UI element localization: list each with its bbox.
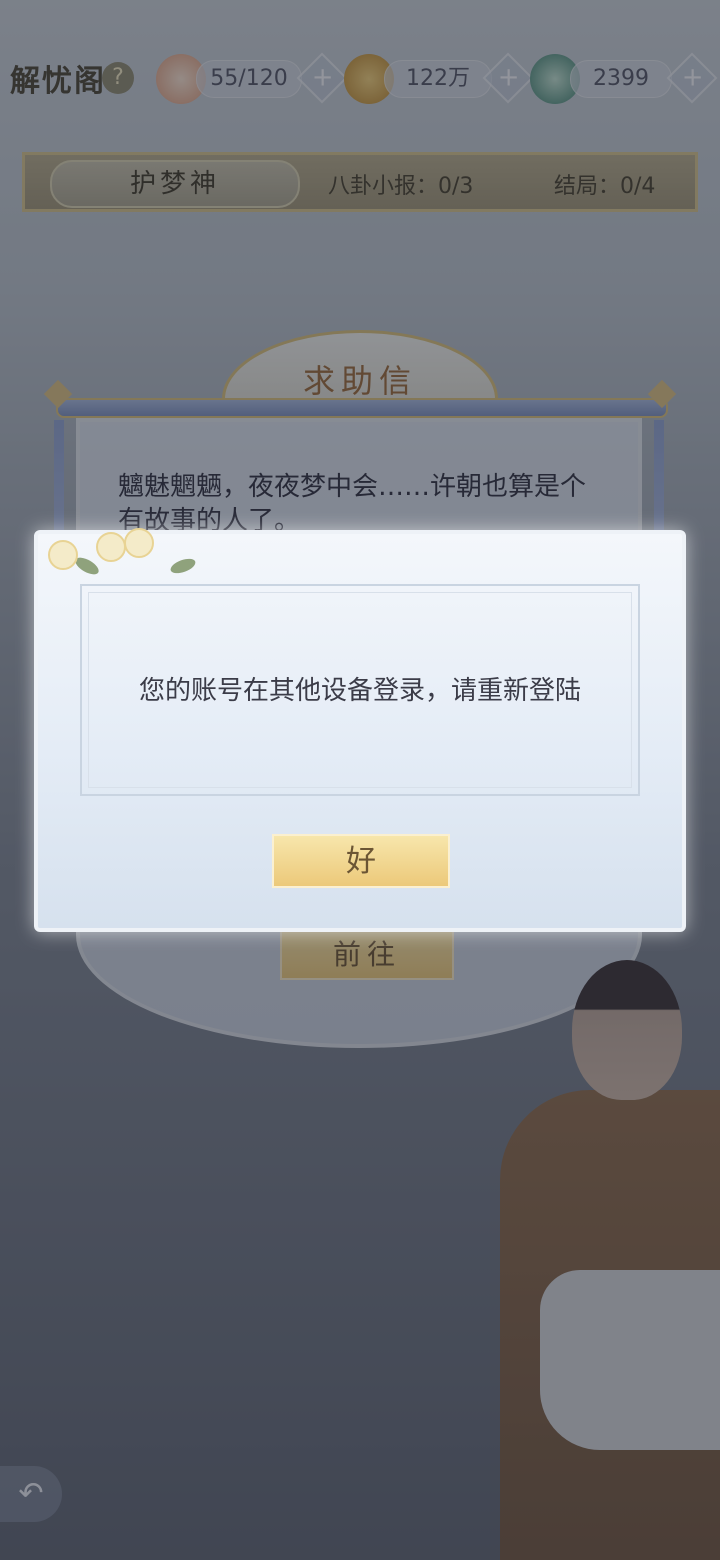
flower-decoration [124,528,154,558]
dialog-message: 您的账号在其他设备登录，请重新登陆 [138,676,581,706]
ok-button[interactable]: 好 [272,834,450,888]
flower-decoration [48,540,78,570]
flower-decoration [96,532,126,562]
